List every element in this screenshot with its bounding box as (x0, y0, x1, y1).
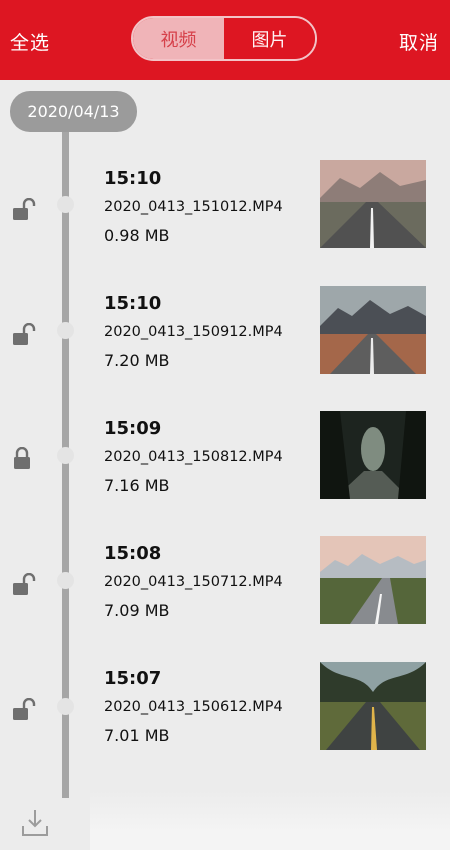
timeline-dot (57, 447, 74, 464)
date-label: 2020/04/13 (10, 91, 137, 132)
video-info: 15:07 2020_0413_150612.MP4 7.01 MB (104, 668, 283, 746)
road-thumbnail-icon (320, 160, 426, 248)
video-filename: 2020_0413_151012.MP4 (104, 199, 283, 215)
video-size: 7.09 MB (104, 601, 170, 620)
bottom-fade (90, 790, 450, 850)
video-info: 15:09 2020_0413_150812.MP4 7.16 MB (104, 418, 283, 496)
top-bar: 全选 视频 图片 取消 (0, 0, 450, 80)
video-size: 7.01 MB (104, 726, 170, 745)
tree-road-thumbnail-icon (320, 662, 426, 750)
unlock-icon[interactable] (11, 323, 37, 347)
video-size: 7.20 MB (104, 351, 170, 370)
unlock-icon[interactable] (11, 573, 37, 597)
forest-thumbnail-icon (320, 411, 426, 499)
unlock-icon[interactable] (11, 198, 37, 222)
video-info: 15:10 2020_0413_150912.MP4 7.20 MB (104, 293, 283, 371)
video-thumbnail[interactable] (320, 536, 426, 624)
snow-mountain-road-thumbnail-icon (320, 536, 426, 624)
video-size: 7.16 MB (104, 476, 170, 495)
mountain-road-thumbnail-icon (320, 286, 426, 374)
lock-icon[interactable] (11, 447, 37, 471)
timeline-dot (57, 322, 74, 339)
video-info: 15:08 2020_0413_150712.MP4 7.09 MB (104, 543, 283, 621)
video-size: 0.98 MB (104, 226, 170, 245)
video-filename: 2020_0413_150712.MP4 (104, 574, 283, 590)
timeline-dot (57, 698, 74, 715)
video-time: 15:10 (104, 168, 162, 189)
video-thumbnail[interactable] (320, 662, 426, 750)
video-time: 15:07 (104, 668, 162, 689)
video-filename: 2020_0413_150912.MP4 (104, 324, 283, 340)
video-info: 15:10 2020_0413_151012.MP4 0.98 MB (104, 168, 283, 246)
video-thumbnail[interactable] (320, 160, 426, 248)
video-thumbnail[interactable] (320, 286, 426, 374)
tab-video[interactable]: 视频 (133, 18, 224, 59)
cancel-button[interactable]: 取消 (399, 28, 439, 55)
video-time: 15:08 (104, 543, 162, 564)
video-filename: 2020_0413_150812.MP4 (104, 449, 283, 465)
download-icon[interactable] (20, 808, 50, 838)
tab-pictures[interactable]: 图片 (224, 18, 315, 59)
video-thumbnail[interactable] (320, 411, 426, 499)
unlock-icon[interactable] (11, 698, 37, 722)
video-filename: 2020_0413_150612.MP4 (104, 699, 283, 715)
select-all-button[interactable]: 全选 (10, 28, 50, 55)
timeline-dot (57, 572, 74, 589)
media-type-tabs: 视频 图片 (131, 16, 317, 61)
timeline-dot (57, 196, 74, 213)
video-time: 15:10 (104, 293, 162, 314)
video-time: 15:09 (104, 418, 162, 439)
